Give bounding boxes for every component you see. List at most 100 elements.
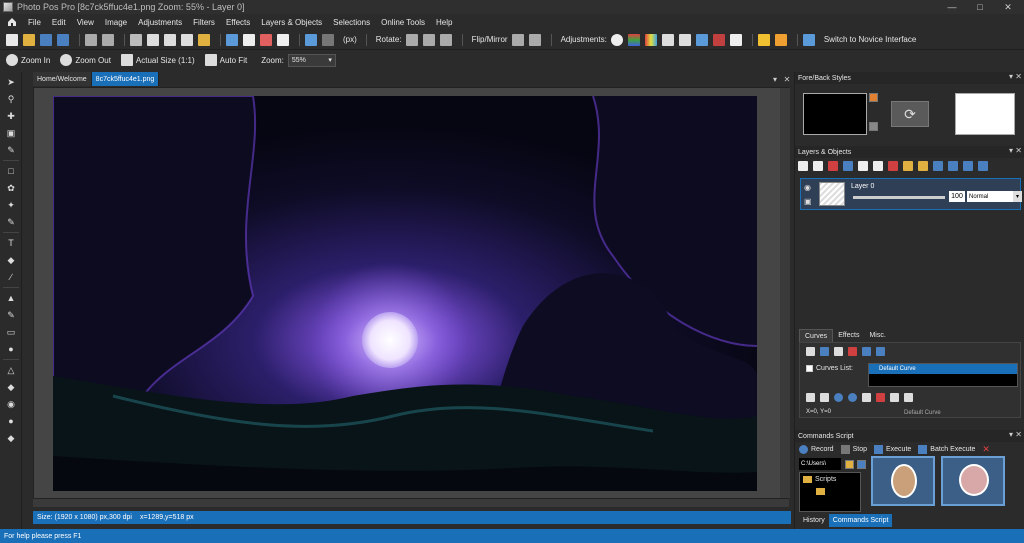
new-curve-icon[interactable]: [806, 347, 815, 356]
curve-open-icon[interactable]: [890, 393, 899, 402]
delete-curve-icon[interactable]: [848, 347, 857, 356]
stop-button[interactable]: Stop: [853, 446, 867, 453]
curve-line-icon[interactable]: [820, 393, 829, 402]
curves-list-item[interactable]: Default Curve: [869, 364, 1017, 374]
maximize-icon[interactable]: □: [966, 0, 994, 14]
units-select[interactable]: (px): [343, 35, 357, 44]
copy-icon[interactable]: [147, 33, 159, 46]
script-thumbnail-1[interactable]: [871, 456, 935, 506]
smudge-tool-icon[interactable]: ◆: [4, 380, 18, 394]
curves-list-checkbox[interactable]: [806, 365, 813, 372]
auto-fit-button[interactable]: Auto Fit: [204, 54, 247, 66]
home-icon[interactable]: [6, 16, 18, 28]
paste-icon[interactable]: [164, 33, 176, 46]
swap-colors-button[interactable]: ⟳: [891, 101, 929, 127]
script-path-field[interactable]: C:\Users\: [799, 458, 841, 470]
rotate-left-icon[interactable]: [405, 33, 418, 46]
lightning-icon[interactable]: [774, 33, 787, 46]
tab-home-welcome[interactable]: Home/Welcome: [33, 72, 92, 86]
brush-select-tool-icon[interactable]: ✎: [4, 215, 18, 229]
red-eye-icon[interactable]: [712, 33, 725, 46]
close-icon[interactable]: ✕: [994, 0, 1022, 14]
warp-tool-icon[interactable]: ◆: [4, 431, 18, 445]
rotate-free-icon[interactable]: [439, 33, 452, 46]
menu-layers-objects[interactable]: Layers & Objects: [261, 18, 322, 27]
background-swatch[interactable]: [955, 93, 1015, 135]
color-balance-icon[interactable]: [627, 33, 640, 46]
flip-vertical-icon[interactable]: [528, 33, 541, 46]
zoom-out-button[interactable]: Zoom Out: [60, 54, 111, 66]
novice-interface-icon[interactable]: [802, 33, 815, 46]
execute-button[interactable]: Execute: [886, 446, 911, 453]
new-file-icon[interactable]: [6, 33, 18, 46]
canvas-icon[interactable]: [260, 33, 272, 46]
foreground-swatch[interactable]: [803, 93, 867, 135]
new-layer-icon[interactable]: [798, 161, 808, 171]
measure-icon[interactable]: [322, 33, 334, 46]
tab-dropdown-icon[interactable]: ▾: [771, 72, 779, 86]
curve-add-point-icon[interactable]: [834, 393, 843, 402]
rotate-right-icon[interactable]: [422, 33, 435, 46]
menu-filters[interactable]: Filters: [193, 18, 215, 27]
lasso-tool-icon[interactable]: ✿: [4, 181, 18, 195]
move-top-icon[interactable]: [978, 161, 988, 171]
layer-mask-icon[interactable]: [873, 161, 883, 171]
red-eye-tool-icon[interactable]: ◉: [4, 397, 18, 411]
move-tool-icon[interactable]: ✚: [4, 109, 18, 123]
tab-curves[interactable]: Curves: [799, 329, 834, 342]
brush-tool-icon[interactable]: ✎: [4, 308, 18, 322]
menu-view[interactable]: View: [77, 18, 94, 27]
tab-effects[interactable]: Effects: [833, 329, 864, 342]
speech-bubble-tool-icon[interactable]: ●: [4, 414, 18, 428]
star-icon[interactable]: [757, 33, 770, 46]
redo-icon[interactable]: [102, 33, 114, 46]
crop-icon[interactable]: [305, 33, 317, 46]
horizontal-scrollbar[interactable]: [33, 499, 789, 507]
sharpen-icon[interactable]: [678, 33, 691, 46]
curve-pointer-icon[interactable]: [806, 393, 815, 402]
curve-remove-point-icon[interactable]: [848, 393, 857, 402]
curve-delete-icon[interactable]: [876, 393, 885, 402]
curve-reset-icon[interactable]: [862, 393, 871, 402]
layer-row[interactable]: ◉ ▣ Layer 0 100 Normal ▾: [800, 178, 1022, 210]
refresh-folder-icon[interactable]: [857, 460, 866, 469]
curve-up-icon[interactable]: [862, 347, 871, 356]
zoom-tool-icon[interactable]: ⚲: [4, 92, 18, 106]
script-thumbnail-2[interactable]: [941, 456, 1005, 506]
clipboard-icon[interactable]: [198, 33, 210, 46]
crop-tool-icon[interactable]: ▣: [4, 126, 18, 140]
save-curve-icon[interactable]: [820, 347, 829, 356]
document-image[interactable]: [53, 96, 757, 491]
panel-controls-icon[interactable]: ▾ ✕: [996, 72, 1022, 81]
tab-image-file[interactable]: 8c7ck5ffuc4e1.png: [91, 72, 160, 86]
hue-icon[interactable]: [644, 33, 657, 46]
clone-tool-icon[interactable]: ●: [4, 342, 18, 356]
panel-controls-icon[interactable]: ▾ ✕: [996, 146, 1022, 155]
tab-commands-script[interactable]: Commands Script: [828, 513, 893, 527]
menu-help[interactable]: Help: [436, 18, 452, 27]
shape-tool-icon[interactable]: ◆: [4, 253, 18, 267]
browse-folder-icon[interactable]: [845, 460, 854, 469]
minimize-icon[interactable]: —: [938, 0, 966, 14]
grid-icon[interactable]: [243, 33, 255, 46]
tab-misc[interactable]: Misc.: [864, 329, 890, 342]
tab-close-icon[interactable]: ✕: [783, 72, 791, 86]
move-down-icon[interactable]: [933, 161, 943, 171]
delete-layer-icon[interactable]: [828, 161, 838, 171]
lock-icon[interactable]: ▣: [804, 197, 812, 206]
menu-adjustments[interactable]: Adjustments: [138, 18, 182, 27]
save-icon[interactable]: [40, 33, 52, 46]
duplicate-layer-icon[interactable]: [813, 161, 823, 171]
undo-icon[interactable]: [85, 33, 97, 46]
chevron-down-icon[interactable]: ▾: [1013, 191, 1022, 202]
cut-icon[interactable]: [130, 33, 142, 46]
panel-controls-icon[interactable]: ▾ ✕: [996, 430, 1022, 439]
eraser-tool-icon[interactable]: ▭: [4, 325, 18, 339]
move-up-icon[interactable]: [948, 161, 958, 171]
curve-down-icon[interactable]: [876, 347, 885, 356]
frame-icon[interactable]: [277, 33, 289, 46]
move-bottom-icon[interactable]: [963, 161, 973, 171]
paste-new-icon[interactable]: [181, 33, 193, 46]
save-as-icon[interactable]: [57, 33, 69, 46]
text-tool-icon[interactable]: T: [4, 236, 18, 250]
